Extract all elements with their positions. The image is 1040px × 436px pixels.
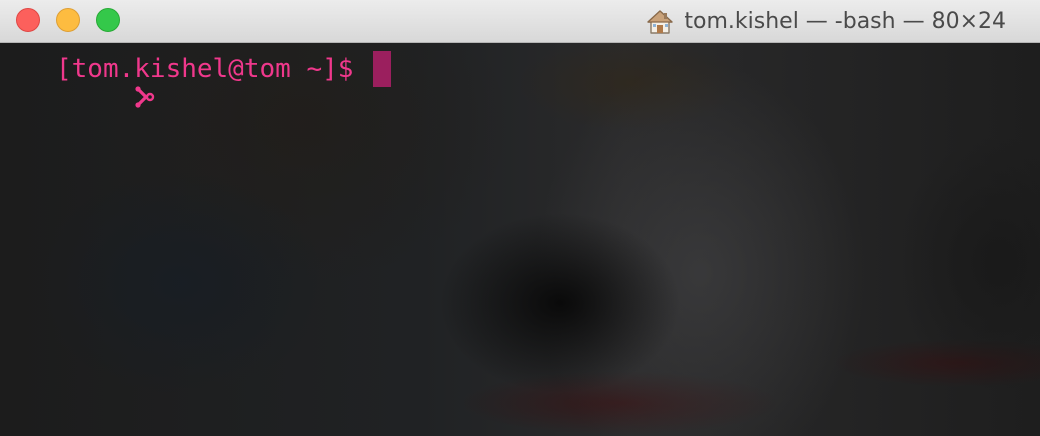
git-branch-icon bbox=[10, 56, 155, 108]
window-title-group: tom.kishel — -bash — 80×24 bbox=[646, 0, 1006, 43]
prompt-line: [tom.kishel@tom ~]$ bbox=[10, 51, 392, 108]
prompt-text: [tom.kishel@tom ~]$ bbox=[56, 54, 354, 84]
minimize-button[interactable] bbox=[56, 8, 80, 32]
zoom-button[interactable] bbox=[96, 8, 120, 32]
home-icon bbox=[646, 8, 674, 36]
close-button[interactable] bbox=[16, 8, 40, 32]
terminal-content[interactable]: [tom.kishel@tom ~]$ bbox=[0, 43, 1040, 436]
window-title: tom.kishel — -bash — 80×24 bbox=[684, 9, 1006, 34]
title-bar[interactable]: tom.kishel — -bash — 80×24 bbox=[0, 0, 1040, 43]
terminal-window: tom.kishel — -bash — 80×24 [tom.kishel@t… bbox=[0, 0, 1040, 436]
text-cursor bbox=[373, 51, 392, 87]
